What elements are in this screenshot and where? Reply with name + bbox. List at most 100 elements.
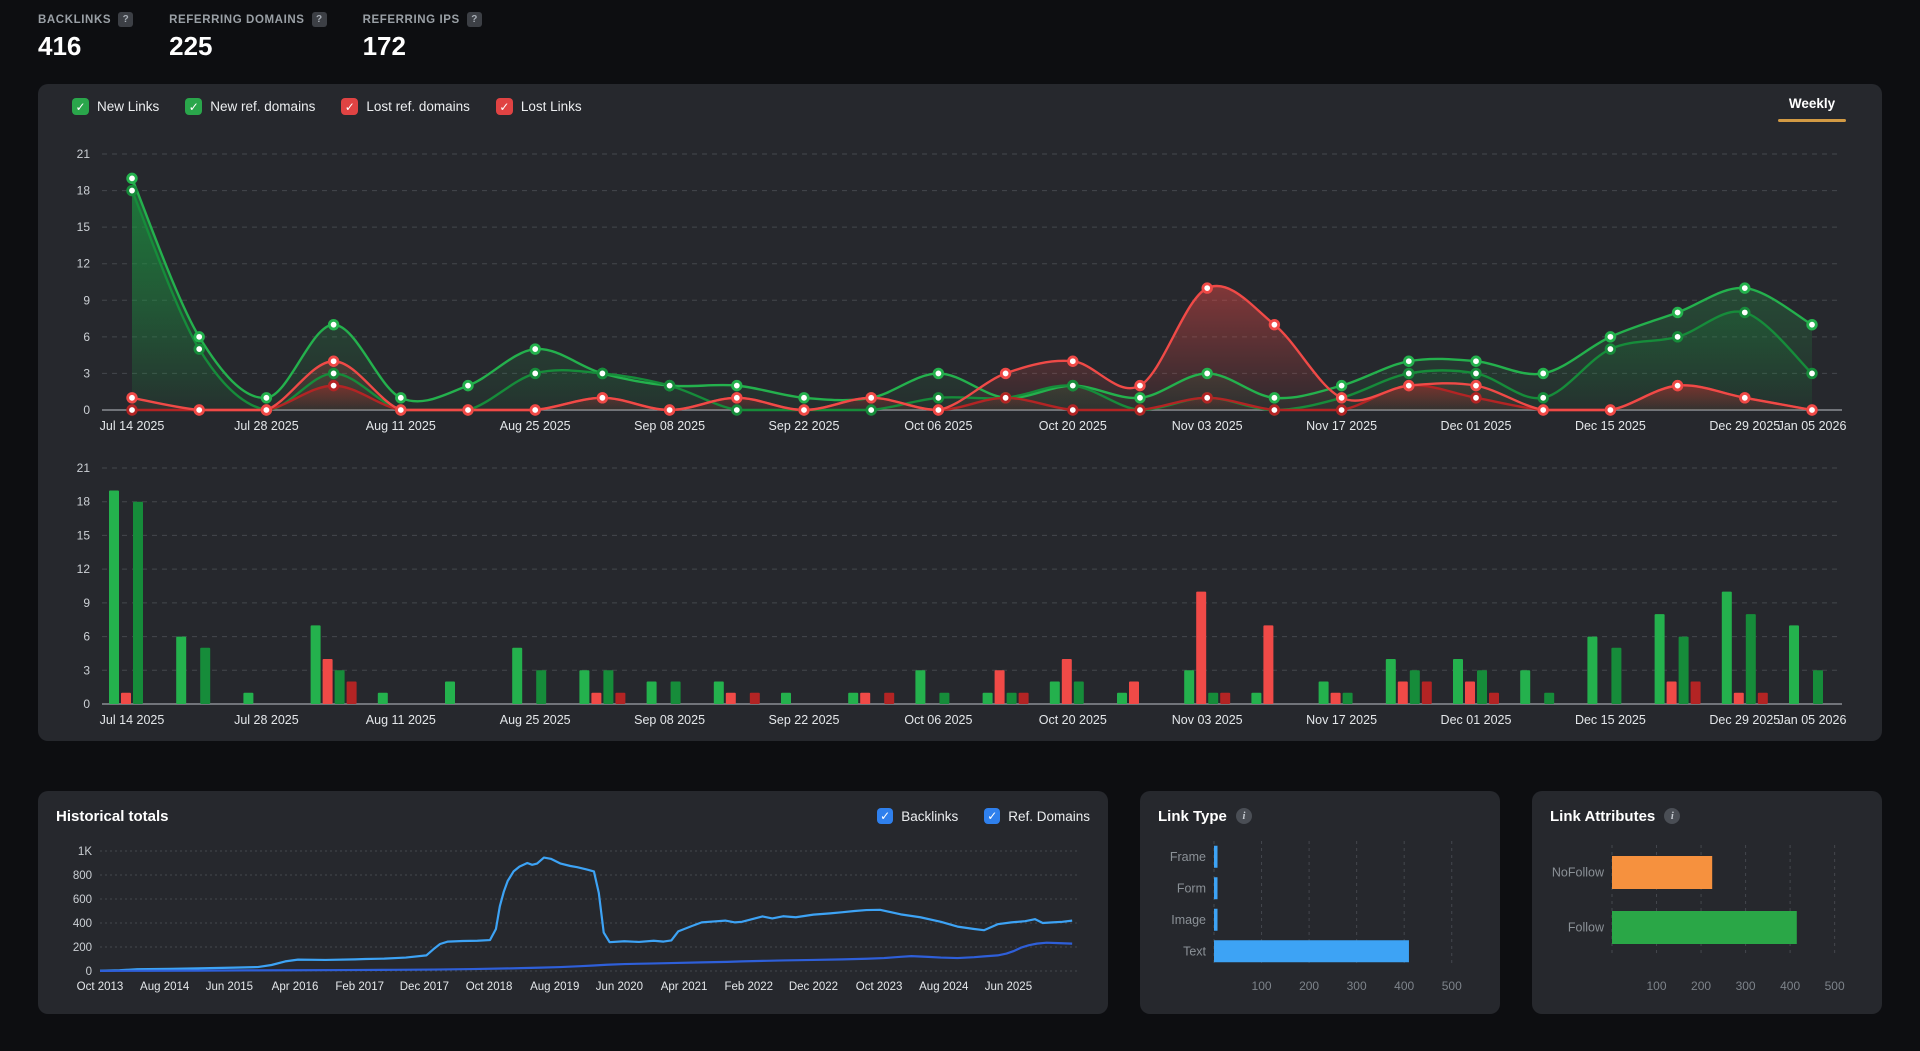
- historical-totals-title: Historical totals: [56, 808, 169, 825]
- svg-text:Nov 03 2025: Nov 03 2025: [1172, 419, 1243, 433]
- svg-text:Sep 22 2025: Sep 22 2025: [769, 713, 840, 727]
- svg-text:15: 15: [77, 528, 91, 542]
- svg-text:Dec 29 2025: Dec 29 2025: [1709, 419, 1780, 433]
- svg-text:200: 200: [1299, 979, 1319, 993]
- stat-backlinks-label: BACKLINKS: [38, 14, 111, 26]
- checkbox-checked-icon[interactable]: ✓: [496, 98, 513, 115]
- svg-text:Feb 2017: Feb 2017: [335, 981, 384, 993]
- info-icon[interactable]: i: [1236, 808, 1252, 824]
- svg-text:Image: Image: [1171, 913, 1206, 927]
- svg-text:Sep 08 2025: Sep 08 2025: [634, 713, 705, 727]
- svg-text:0: 0: [83, 697, 90, 711]
- svg-text:300: 300: [1736, 979, 1756, 993]
- svg-text:100: 100: [1252, 979, 1272, 993]
- stat-backlinks-value: 416: [38, 31, 133, 62]
- legend-item-lost-links[interactable]: ✓ Lost Links: [496, 98, 582, 115]
- svg-text:6: 6: [83, 630, 90, 644]
- weekly-line-chart: 036912151821Jul 14 2025Jul 28 2025Aug 11…: [38, 132, 1882, 440]
- weekly-bar-chart: 036912151821Jul 14 2025Jul 28 2025Aug 11…: [38, 452, 1882, 734]
- svg-text:600: 600: [73, 894, 92, 906]
- legend-item-ref-domains[interactable]: ✓ Ref. Domains: [984, 808, 1090, 824]
- svg-text:15: 15: [77, 220, 91, 234]
- legend-item-backlinks[interactable]: ✓ Backlinks: [877, 808, 958, 824]
- svg-text:500: 500: [1442, 979, 1462, 993]
- svg-text:Apr 2021: Apr 2021: [661, 981, 708, 993]
- svg-text:Text: Text: [1183, 944, 1206, 958]
- svg-text:Aug 2024: Aug 2024: [919, 981, 969, 993]
- svg-text:Sep 22 2025: Sep 22 2025: [769, 419, 840, 433]
- checkbox-checked-icon[interactable]: ✓: [185, 98, 202, 115]
- stat-referring-domains-value: 225: [169, 31, 326, 62]
- historical-legend: ✓ Backlinks ✓ Ref. Domains: [877, 808, 1090, 824]
- svg-text:Oct 20 2025: Oct 20 2025: [1039, 419, 1107, 433]
- svg-text:200: 200: [73, 942, 92, 954]
- svg-text:6: 6: [83, 330, 90, 344]
- link-attributes-chart: 100200300400500NoFollowFollow: [1550, 833, 1864, 995]
- svg-text:Nov 17 2025: Nov 17 2025: [1306, 419, 1377, 433]
- question-mark-icon[interactable]: ?: [312, 12, 327, 27]
- svg-text:Nov 17 2025: Nov 17 2025: [1306, 713, 1377, 727]
- link-type-title: Link Type: [1158, 808, 1227, 825]
- svg-text:0: 0: [86, 966, 92, 978]
- link-attributes-panel: Link Attributes i 100200300400500NoFollo…: [1532, 791, 1882, 1014]
- svg-text:3: 3: [83, 663, 90, 677]
- svg-text:100: 100: [1647, 979, 1667, 993]
- historical-totals-chart: 0 200 400 600 800 1K Oct 2013 Aug 2014 Jun 2015 A…: [56, 835, 1090, 997]
- svg-text:Dec 15 2025: Dec 15 2025: [1575, 419, 1646, 433]
- svg-text:Aug 2014: Aug 2014: [140, 981, 190, 993]
- svg-text:Jul 28 2025: Jul 28 2025: [234, 713, 299, 727]
- svg-text:Form: Form: [1177, 881, 1206, 895]
- svg-text:Nov 03 2025: Nov 03 2025: [1172, 713, 1243, 727]
- stat-backlinks: BACKLINKS ? 416: [38, 12, 133, 62]
- tab-weekly[interactable]: Weekly: [1778, 96, 1846, 122]
- question-mark-icon[interactable]: ?: [118, 12, 133, 27]
- svg-text:Aug 11 2025: Aug 11 2025: [366, 419, 436, 433]
- question-mark-icon[interactable]: ?: [467, 12, 482, 27]
- checkbox-checked-icon[interactable]: ✓: [877, 808, 893, 824]
- svg-text:NoFollow: NoFollow: [1552, 866, 1605, 880]
- legend-item-lost-ref-domains[interactable]: ✓ Lost ref. domains: [341, 98, 470, 115]
- svg-text:Aug 11 2025: Aug 11 2025: [366, 713, 436, 727]
- stat-referring-ips: REFERRING IPS ? 172: [363, 12, 482, 62]
- svg-text:Oct 2013: Oct 2013: [77, 981, 124, 993]
- stat-referring-domains-label: REFERRING DOMAINS: [169, 14, 304, 26]
- svg-text:9: 9: [83, 293, 90, 307]
- info-icon[interactable]: i: [1664, 808, 1680, 824]
- legend-item-new-ref-domains[interactable]: ✓ New ref. domains: [185, 98, 315, 115]
- link-type-chart: 100 200 300 400 500 Frame Form Image Text: [1158, 833, 1482, 995]
- svg-text:18: 18: [77, 184, 91, 198]
- checkbox-checked-icon[interactable]: ✓: [984, 808, 1000, 824]
- svg-text:Jan 05 2026: Jan 05 2026: [1778, 419, 1847, 433]
- svg-text:12: 12: [77, 257, 91, 271]
- stat-referring-ips-label: REFERRING IPS: [363, 14, 460, 26]
- svg-text:Aug 25 2025: Aug 25 2025: [500, 419, 571, 433]
- svg-text:Sep 08 2025: Sep 08 2025: [634, 419, 705, 433]
- svg-text:Frame: Frame: [1170, 850, 1206, 864]
- svg-text:400: 400: [73, 918, 92, 930]
- svg-text:Dec 01 2025: Dec 01 2025: [1441, 419, 1512, 433]
- checkbox-checked-icon[interactable]: ✓: [341, 98, 358, 115]
- svg-text:Oct 2023: Oct 2023: [856, 981, 903, 993]
- legend-item-new-links[interactable]: ✓ New Links: [72, 98, 159, 115]
- svg-text:Jul 14 2025: Jul 14 2025: [100, 419, 165, 433]
- weekly-legend: ✓ New Links ✓ New ref. domains ✓ Lost re…: [72, 98, 582, 115]
- svg-text:Oct 20 2025: Oct 20 2025: [1039, 713, 1107, 727]
- svg-text:Oct 06 2025: Oct 06 2025: [904, 713, 972, 727]
- svg-text:Jul 28 2025: Jul 28 2025: [234, 419, 299, 433]
- svg-text:Follow: Follow: [1568, 921, 1605, 935]
- svg-text:Apr 2016: Apr 2016: [272, 981, 319, 993]
- svg-text:3: 3: [83, 366, 90, 380]
- svg-text:Dec 2017: Dec 2017: [400, 981, 449, 993]
- svg-text:400: 400: [1394, 979, 1414, 993]
- svg-text:Oct 06 2025: Oct 06 2025: [904, 419, 972, 433]
- svg-text:21: 21: [77, 461, 91, 475]
- svg-text:Jun 2015: Jun 2015: [206, 981, 253, 993]
- weekly-charts-panel: ✓ New Links ✓ New ref. domains ✓ Lost re…: [38, 84, 1882, 741]
- svg-text:Dec 29 2025: Dec 29 2025: [1709, 713, 1780, 727]
- checkbox-checked-icon[interactable]: ✓: [72, 98, 89, 115]
- svg-text:800: 800: [73, 870, 92, 882]
- svg-text:400: 400: [1780, 979, 1800, 993]
- svg-text:300: 300: [1347, 979, 1367, 993]
- svg-text:1K: 1K: [78, 846, 92, 858]
- svg-text:Dec 01 2025: Dec 01 2025: [1441, 713, 1512, 727]
